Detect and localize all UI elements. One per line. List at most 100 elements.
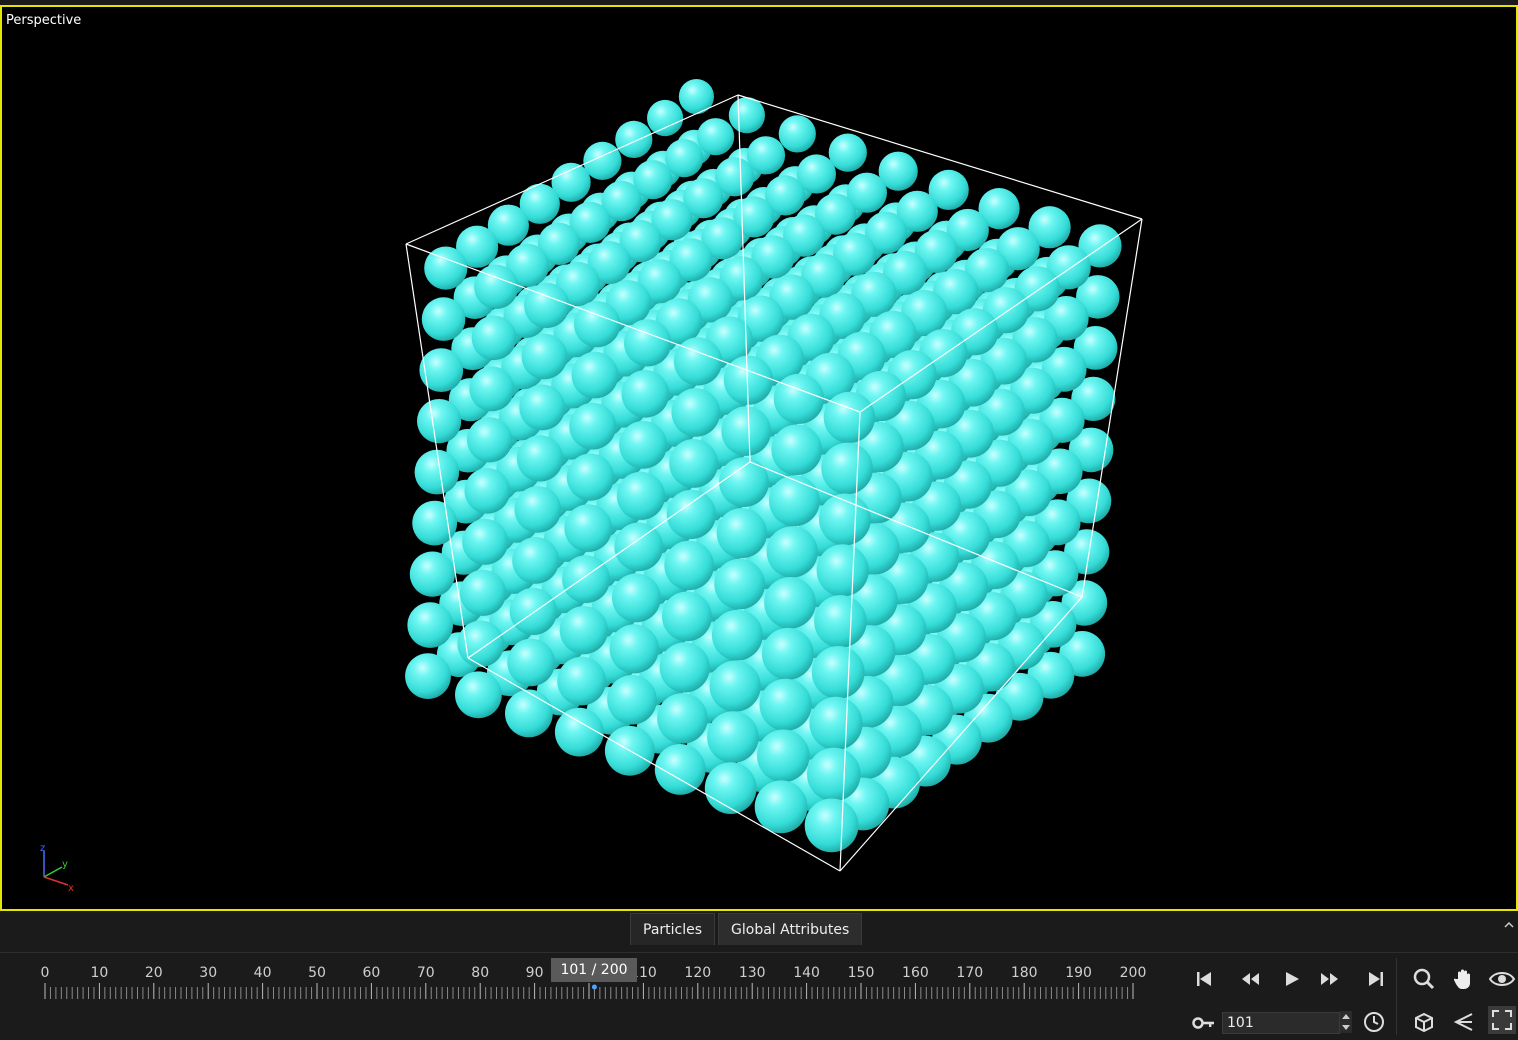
particle <box>704 762 757 814</box>
particle <box>809 696 863 751</box>
frame-number-input[interactable] <box>1222 1012 1340 1034</box>
skip-to-start-icon[interactable] <box>1190 965 1218 993</box>
viewport-label: Perspective <box>6 13 82 28</box>
particle <box>614 522 663 572</box>
particle <box>419 348 464 392</box>
timeline-tick-label: 170 <box>956 965 983 981</box>
particle <box>619 420 667 469</box>
particle <box>814 595 867 648</box>
particle <box>615 120 653 158</box>
timeline-tick-label: 200 <box>1120 965 1147 981</box>
particle <box>754 780 808 834</box>
particle <box>828 133 867 172</box>
particle <box>612 573 661 623</box>
collapse-panel-icon[interactable] <box>1502 918 1516 932</box>
maximize-icon[interactable] <box>1488 1006 1516 1034</box>
particle <box>414 449 460 495</box>
particle <box>709 660 761 712</box>
axis-z-label: z <box>40 843 45 854</box>
particle <box>728 97 766 134</box>
viewport-3d[interactable]: Perspective z y x <box>0 5 1518 911</box>
particle <box>512 537 559 584</box>
tab-particles[interactable]: Particles <box>630 913 716 945</box>
frame-spinner-icon[interactable] <box>1340 1011 1352 1033</box>
perspective-icon[interactable] <box>1450 1008 1478 1036</box>
particle <box>707 711 759 763</box>
tab-global-attributes[interactable]: Global Attributes <box>718 913 863 945</box>
particle <box>719 457 769 507</box>
particle <box>514 486 562 533</box>
particle <box>583 141 622 180</box>
particle-grid <box>405 79 1122 853</box>
axis-x-label: x <box>68 883 74 894</box>
timeline-tick-label: 40 <box>254 965 272 981</box>
particle <box>721 406 771 456</box>
particle <box>516 435 564 482</box>
rewind-icon[interactable] <box>1236 965 1264 993</box>
particle <box>559 606 608 655</box>
particle <box>757 729 810 783</box>
particle <box>807 747 861 802</box>
particle <box>647 99 684 137</box>
particle <box>564 504 612 552</box>
orbit-eye-icon[interactable] <box>1488 965 1516 993</box>
particle <box>505 689 553 738</box>
particle <box>771 424 822 476</box>
particle <box>664 540 714 591</box>
frame-object-icon[interactable] <box>1410 1008 1438 1036</box>
particle <box>624 319 672 367</box>
timeline-tick-label: 180 <box>1011 965 1038 981</box>
particle <box>519 384 566 431</box>
particle <box>711 609 763 661</box>
particle <box>804 798 859 853</box>
particle <box>697 118 735 156</box>
particle <box>509 587 557 636</box>
particle <box>816 544 869 597</box>
key-icon <box>1192 1014 1216 1032</box>
particle <box>773 373 825 424</box>
particle <box>764 577 816 629</box>
pan-hand-icon[interactable] <box>1450 965 1478 993</box>
particle <box>678 79 715 115</box>
particle <box>566 453 615 501</box>
current-frame-badge[interactable]: 101 / 200 <box>551 958 637 982</box>
zoom-icon[interactable] <box>1410 965 1438 993</box>
play-icon[interactable] <box>1278 965 1306 993</box>
particle <box>621 370 670 418</box>
particle <box>746 136 786 175</box>
timeline-tick-label: 160 <box>902 965 929 981</box>
fast-forward-icon[interactable] <box>1316 965 1344 993</box>
particle <box>421 297 466 341</box>
timeline-tick-label: 60 <box>362 965 380 981</box>
particle <box>462 518 508 565</box>
particle <box>464 468 511 514</box>
axis-gizmo: z y x <box>40 843 74 894</box>
timeline-tick-label: 10 <box>90 965 108 981</box>
particle <box>469 366 515 412</box>
particle <box>821 442 873 495</box>
particle <box>471 315 517 361</box>
timeline-tick-label: 140 <box>793 965 820 981</box>
particle <box>778 115 816 153</box>
particle <box>569 402 617 450</box>
particle <box>669 439 718 488</box>
timeline-tick-label: 130 <box>739 965 766 981</box>
particle <box>769 475 820 527</box>
particle <box>574 301 621 348</box>
controls-divider <box>1396 958 1397 1035</box>
particle <box>761 627 814 680</box>
timeline-tick-label: 190 <box>1065 965 1092 981</box>
timeline-tick-label: 120 <box>684 965 711 981</box>
timeline-tick-label: 150 <box>848 965 875 981</box>
clock-icon[interactable] <box>1362 1010 1386 1034</box>
particle-scene <box>405 79 1143 872</box>
skip-to-end-icon[interactable] <box>1362 965 1390 993</box>
particle <box>409 551 455 597</box>
particle <box>417 399 462 444</box>
particle <box>665 139 704 178</box>
particle <box>716 507 767 559</box>
timeline-tick-label: 80 <box>471 965 489 981</box>
particle <box>714 558 765 610</box>
timeline-tick-label: 90 <box>526 965 544 981</box>
particle <box>459 569 506 616</box>
